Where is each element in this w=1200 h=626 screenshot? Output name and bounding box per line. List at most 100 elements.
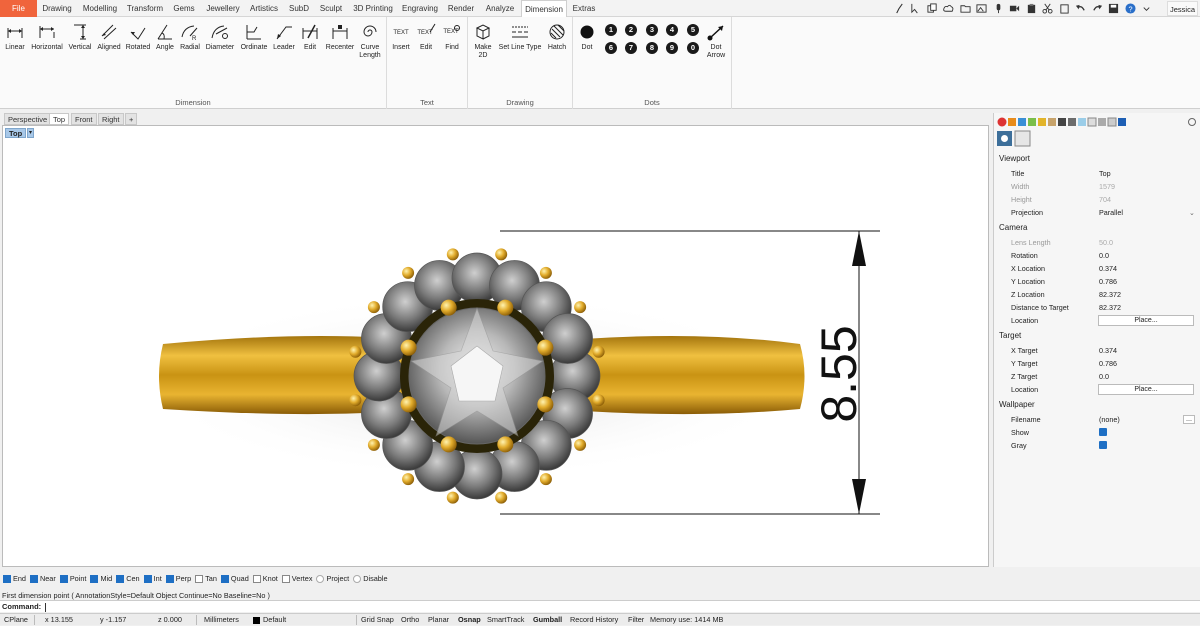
prop-row-rotation[interactable]: Rotation 0.0 [994,249,1200,262]
dot-6-button[interactable]: 6 [605,42,617,54]
prop-row-y-target[interactable]: Y Target 0.786 [994,357,1200,370]
dot-2-button[interactable]: 2 [625,24,637,36]
menu-tab-artistics[interactable]: Artistics [247,0,281,17]
menu-tab-modelling[interactable]: Modelling [80,0,120,17]
dot-button[interactable]: Dot [577,21,597,52]
text-edit-button[interactable]: TEXT Edit [415,21,437,52]
menu-tab-sculpt[interactable]: Sculpt [316,0,346,17]
osnap-point-checkbox[interactable] [59,574,68,583]
undo-icon[interactable] [1073,2,1090,15]
folder-icon[interactable] [957,2,974,15]
save-icon[interactable] [1106,2,1123,15]
environment-icon[interactable] [1107,117,1117,127]
osnap-mid[interactable]: Mid [90,574,112,583]
dot-5-button[interactable]: 5 [687,24,699,36]
osnap-toggle[interactable]: Osnap [458,614,481,626]
osnap-quad-checkbox[interactable] [220,574,229,583]
osnap-quad[interactable]: Quad [220,574,249,583]
tab-perspective[interactable]: Perspective [4,113,52,125]
cloud-icon[interactable] [941,2,958,15]
osnap-knot-checkbox[interactable] [252,574,261,583]
vertical-button[interactable]: Vertical [66,21,94,52]
cplane-label[interactable]: CPlane [4,614,28,626]
units-label[interactable]: Millimeters [204,614,239,626]
viewport-top[interactable]: 8.55 Top ▾ [2,125,989,567]
named-view-icon[interactable] [1058,118,1066,126]
object-icon[interactable] [1028,118,1036,126]
menu-tab-render[interactable]: Render [445,0,477,17]
osnap-disable[interactable]: Disable [353,574,388,583]
dot-7-button[interactable]: 7 [625,42,637,54]
menu-tab-subd[interactable]: SubD [286,0,312,17]
menu-tab-drawing[interactable]: Drawing [40,0,74,17]
hatch-button[interactable]: Hatch [545,21,569,52]
linear-button[interactable]: Linear [3,21,27,52]
osnap-mid-checkbox[interactable] [90,574,99,583]
prop-row-title[interactable]: Title Top [994,167,1200,180]
rotated-button[interactable]: Rotated [124,21,152,52]
user-account[interactable]: Jessica [1166,1,1198,16]
cut-icon[interactable] [1040,2,1057,15]
redo-icon[interactable] [1089,2,1106,15]
add-viewport-tab-button[interactable]: + [125,113,138,125]
osnap-int[interactable]: Int [143,574,162,583]
diameter-button[interactable]: Diameter [204,21,236,52]
osnap-disable-radio[interactable] [353,574,362,583]
osnap-near[interactable]: Near [29,574,56,583]
menu-tab-transform[interactable]: Transform [124,0,166,17]
dot-1-button[interactable]: 1 [605,24,617,36]
clipboard-icon[interactable] [1056,2,1073,15]
gumball-toggle[interactable]: Gumball [533,614,562,626]
prop-row-x-target[interactable]: X Target 0.374 [994,344,1200,357]
display-icon[interactable] [1048,118,1056,126]
horizontal-button[interactable]: Horizontal [30,21,64,52]
osnap-end-checkbox[interactable] [3,574,11,583]
prop-row-filename[interactable]: Filename (none)... [994,413,1200,426]
layer-icon[interactable] [1018,118,1026,126]
gray-checkbox[interactable] [1099,441,1107,449]
browse-button[interactable]: ... [1183,415,1195,424]
video-icon[interactable] [1007,2,1024,15]
menu-tab-gems[interactable]: Gems [170,0,198,17]
osnap-vertex[interactable]: Vertex [281,574,312,583]
camera-place-button[interactable]: Place... [1098,315,1194,326]
dot-9-button[interactable]: 9 [666,42,678,54]
tab-right[interactable]: Right [98,113,124,125]
menu-tab-jewellery[interactable]: Jewellery [202,0,244,17]
viewport-subtab-icon[interactable] [1014,130,1031,147]
osnap-end[interactable]: End [3,574,26,583]
viewport-menu-arrow-icon[interactable]: ▾ [27,128,34,138]
tab-front[interactable]: Front [71,113,97,125]
osnap-near-checkbox[interactable] [29,574,38,583]
menu-tab-3d-printing[interactable]: 3D Printing [350,0,396,17]
prop-row-z-location[interactable]: Z Location 82.372 [994,288,1200,301]
command-line[interactable]: Command: [0,600,1200,612]
osnap-tan-checkbox[interactable] [195,574,204,583]
help-panel-icon[interactable] [1078,118,1086,126]
ordinate-button[interactable]: Ordinate [238,21,270,52]
chevron-down-icon[interactable]: ⌄ [1189,206,1195,219]
image-icon[interactable] [974,2,991,15]
osnap-project[interactable]: Project [316,574,349,583]
osnap-int-checkbox[interactable] [143,574,152,583]
radial-button[interactable]: R Radial [178,21,202,52]
tab-top[interactable]: Top [49,113,70,125]
target-place-button[interactable]: Place... [1098,384,1194,395]
prop-row-y-location[interactable]: Y Location 0.786 [994,275,1200,288]
prop-row-distance-to-target[interactable]: Distance to Target 82.372 [994,301,1200,314]
osnap-knot[interactable]: Knot [252,574,278,583]
osnap-perp-checkbox[interactable] [165,574,174,583]
menu-tab-file[interactable]: File [0,0,37,17]
filter-toggle[interactable]: Filter [628,614,644,626]
prop-row-z-target[interactable]: Z Target 0.0 [994,370,1200,383]
dot-3-button[interactable]: 3 [646,24,658,36]
grid-snap-toggle[interactable]: Grid Snap [361,614,394,626]
smarttrack-toggle[interactable]: SmartTrack [487,614,524,626]
prop-row-projection[interactable]: Projection Parallel ⌄ [994,206,1200,219]
edit-dimension-button[interactable]: Edit [298,21,322,52]
dot-0-button[interactable]: 0 [687,42,699,54]
dot-8-button[interactable]: 8 [646,42,658,54]
layout-icon[interactable] [1087,117,1097,127]
copy-icon[interactable] [924,2,941,15]
osnap-tan[interactable]: Tan [195,574,217,583]
